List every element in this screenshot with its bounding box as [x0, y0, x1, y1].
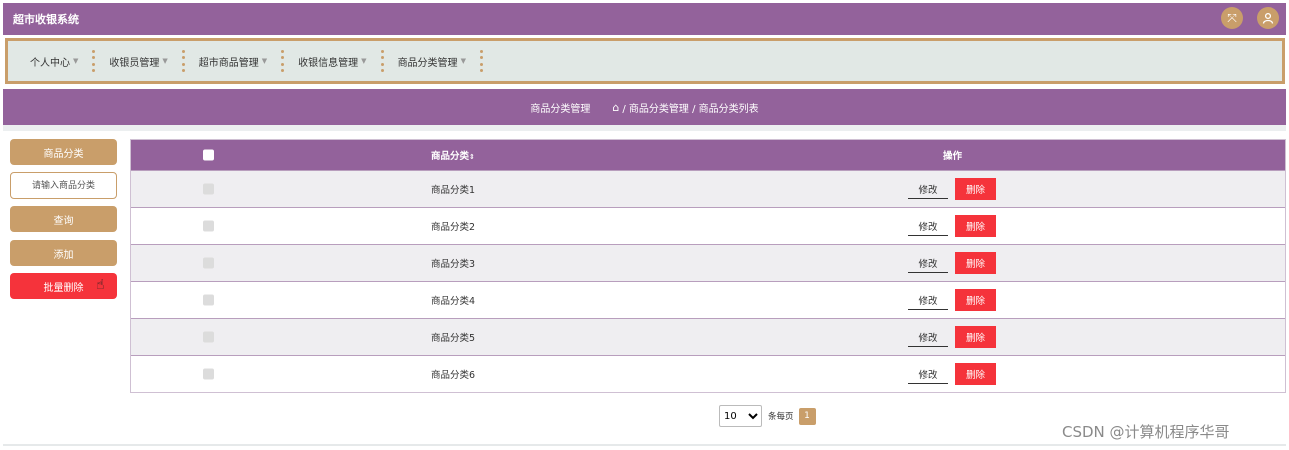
watermark-text: CSDN @计算机程序华哥 — [1062, 423, 1230, 441]
row-checkbox[interactable] — [203, 294, 214, 306]
category-name: 商品分类5 — [431, 333, 476, 344]
nav-item-cashier-management[interactable]: 收银员管理 ▼ — [101, 54, 175, 69]
breadcrumb-path: / 商品分类管理 / 商品分类列表 — [622, 103, 759, 115]
category-name: 商品分类3 — [431, 259, 476, 270]
column-header-ops: 操作 — [943, 151, 963, 162]
user-avatar-icon[interactable] — [1257, 7, 1279, 29]
table-row: 商品分类2 修改 删除 — [131, 207, 1285, 244]
row-checkbox[interactable] — [203, 220, 214, 232]
bottom-divider — [3, 444, 1286, 446]
per-page-label: 条每页 — [768, 412, 794, 422]
category-search-input[interactable] — [10, 172, 117, 199]
nav-separator — [181, 50, 185, 72]
query-button[interactable]: 查询 — [10, 206, 117, 232]
pagination: 10 条每页 1 — [719, 405, 816, 427]
hand-cursor-icon: ☝ — [96, 277, 105, 293]
category-label: 商品分类 — [10, 139, 117, 165]
page-number-button[interactable]: 1 — [798, 407, 816, 425]
edit-button[interactable]: 修改 — [908, 253, 948, 273]
edit-button[interactable]: 修改 — [908, 327, 948, 347]
row-checkbox[interactable] — [203, 331, 214, 343]
delete-button[interactable]: 删除 — [955, 215, 996, 237]
nav-item-product-management[interactable]: 超市商品管理 ▼ — [191, 54, 275, 69]
table-row: 商品分类1 修改 删除 — [131, 170, 1285, 207]
nav-item-cashier-info-management[interactable]: 收银信息管理 ▼ — [290, 54, 374, 69]
page-size-select[interactable]: 10 — [719, 405, 762, 427]
nav-separator — [92, 50, 96, 72]
expand-arrows-icon[interactable]: ⤧ — [1221, 7, 1243, 29]
row-checkbox[interactable] — [203, 257, 214, 269]
edit-button[interactable]: 修改 — [908, 364, 948, 384]
delete-button[interactable]: 删除 — [955, 326, 996, 348]
table-row: 商品分类4 修改 删除 — [131, 281, 1285, 318]
nav-separator — [281, 50, 285, 72]
edit-button[interactable]: 修改 — [908, 216, 948, 236]
column-header-name[interactable]: 商品分类⇕ — [431, 148, 475, 162]
category-name: 商品分类2 — [431, 222, 476, 233]
breadcrumb-title: 商品分类管理 — [530, 103, 591, 115]
delete-button[interactable]: 删除 — [955, 363, 996, 385]
main-nav: 个人中心 ▼ 收银员管理 ▼ 超市商品管理 ▼ 收银信息管理 ▼ 商品分类管理 ▼ — [5, 38, 1285, 84]
top-bar: 超市收银系统 ⤧ — [3, 3, 1286, 35]
table-header: 商品分类⇕ 操作 — [131, 140, 1285, 170]
caret-down-icon: ▼ — [73, 57, 79, 65]
table-row: 商品分类5 修改 删除 — [131, 318, 1285, 355]
sort-arrows-icon[interactable]: ⇕ — [469, 153, 475, 161]
category-name: 商品分类4 — [431, 296, 476, 307]
delete-button[interactable]: 删除 — [955, 252, 996, 274]
caret-down-icon: ▼ — [460, 57, 466, 65]
caret-down-icon: ▼ — [261, 57, 268, 65]
app-title: 超市收银系统 — [13, 13, 79, 26]
delete-button[interactable]: 删除 — [955, 178, 996, 200]
category-table: 商品分类⇕ 操作 商品分类1 修改 删除 商品分类2 修改 删除 商品分类3 修… — [130, 139, 1286, 393]
nav-separator — [380, 50, 384, 72]
breadcrumb-bar: 商品分类管理 ⌂ / 商品分类管理 / 商品分类列表 — [3, 89, 1286, 125]
edit-button[interactable]: 修改 — [908, 179, 948, 199]
table-row: 商品分类6 修改 删除 — [131, 355, 1285, 392]
table-row: 商品分类3 修改 删除 — [131, 244, 1285, 281]
category-name: 商品分类6 — [431, 370, 476, 381]
add-button[interactable]: 添加 — [10, 240, 117, 266]
caret-down-icon: ▼ — [162, 57, 168, 65]
home-icon[interactable]: ⌂ — [612, 101, 619, 114]
select-all-checkbox[interactable] — [203, 149, 214, 161]
row-checkbox[interactable] — [203, 368, 214, 380]
nav-item-category-management[interactable]: 商品分类管理 ▼ — [390, 54, 474, 69]
delete-button[interactable]: 删除 — [955, 289, 996, 311]
caret-down-icon: ▼ — [361, 57, 367, 65]
nav-item-personal-center[interactable]: 个人中心 ▼ — [22, 54, 86, 69]
divider — [3, 125, 1286, 131]
category-name: 商品分类1 — [431, 185, 476, 196]
nav-separator — [479, 50, 483, 72]
row-checkbox[interactable] — [203, 183, 214, 195]
edit-button[interactable]: 修改 — [908, 290, 948, 310]
